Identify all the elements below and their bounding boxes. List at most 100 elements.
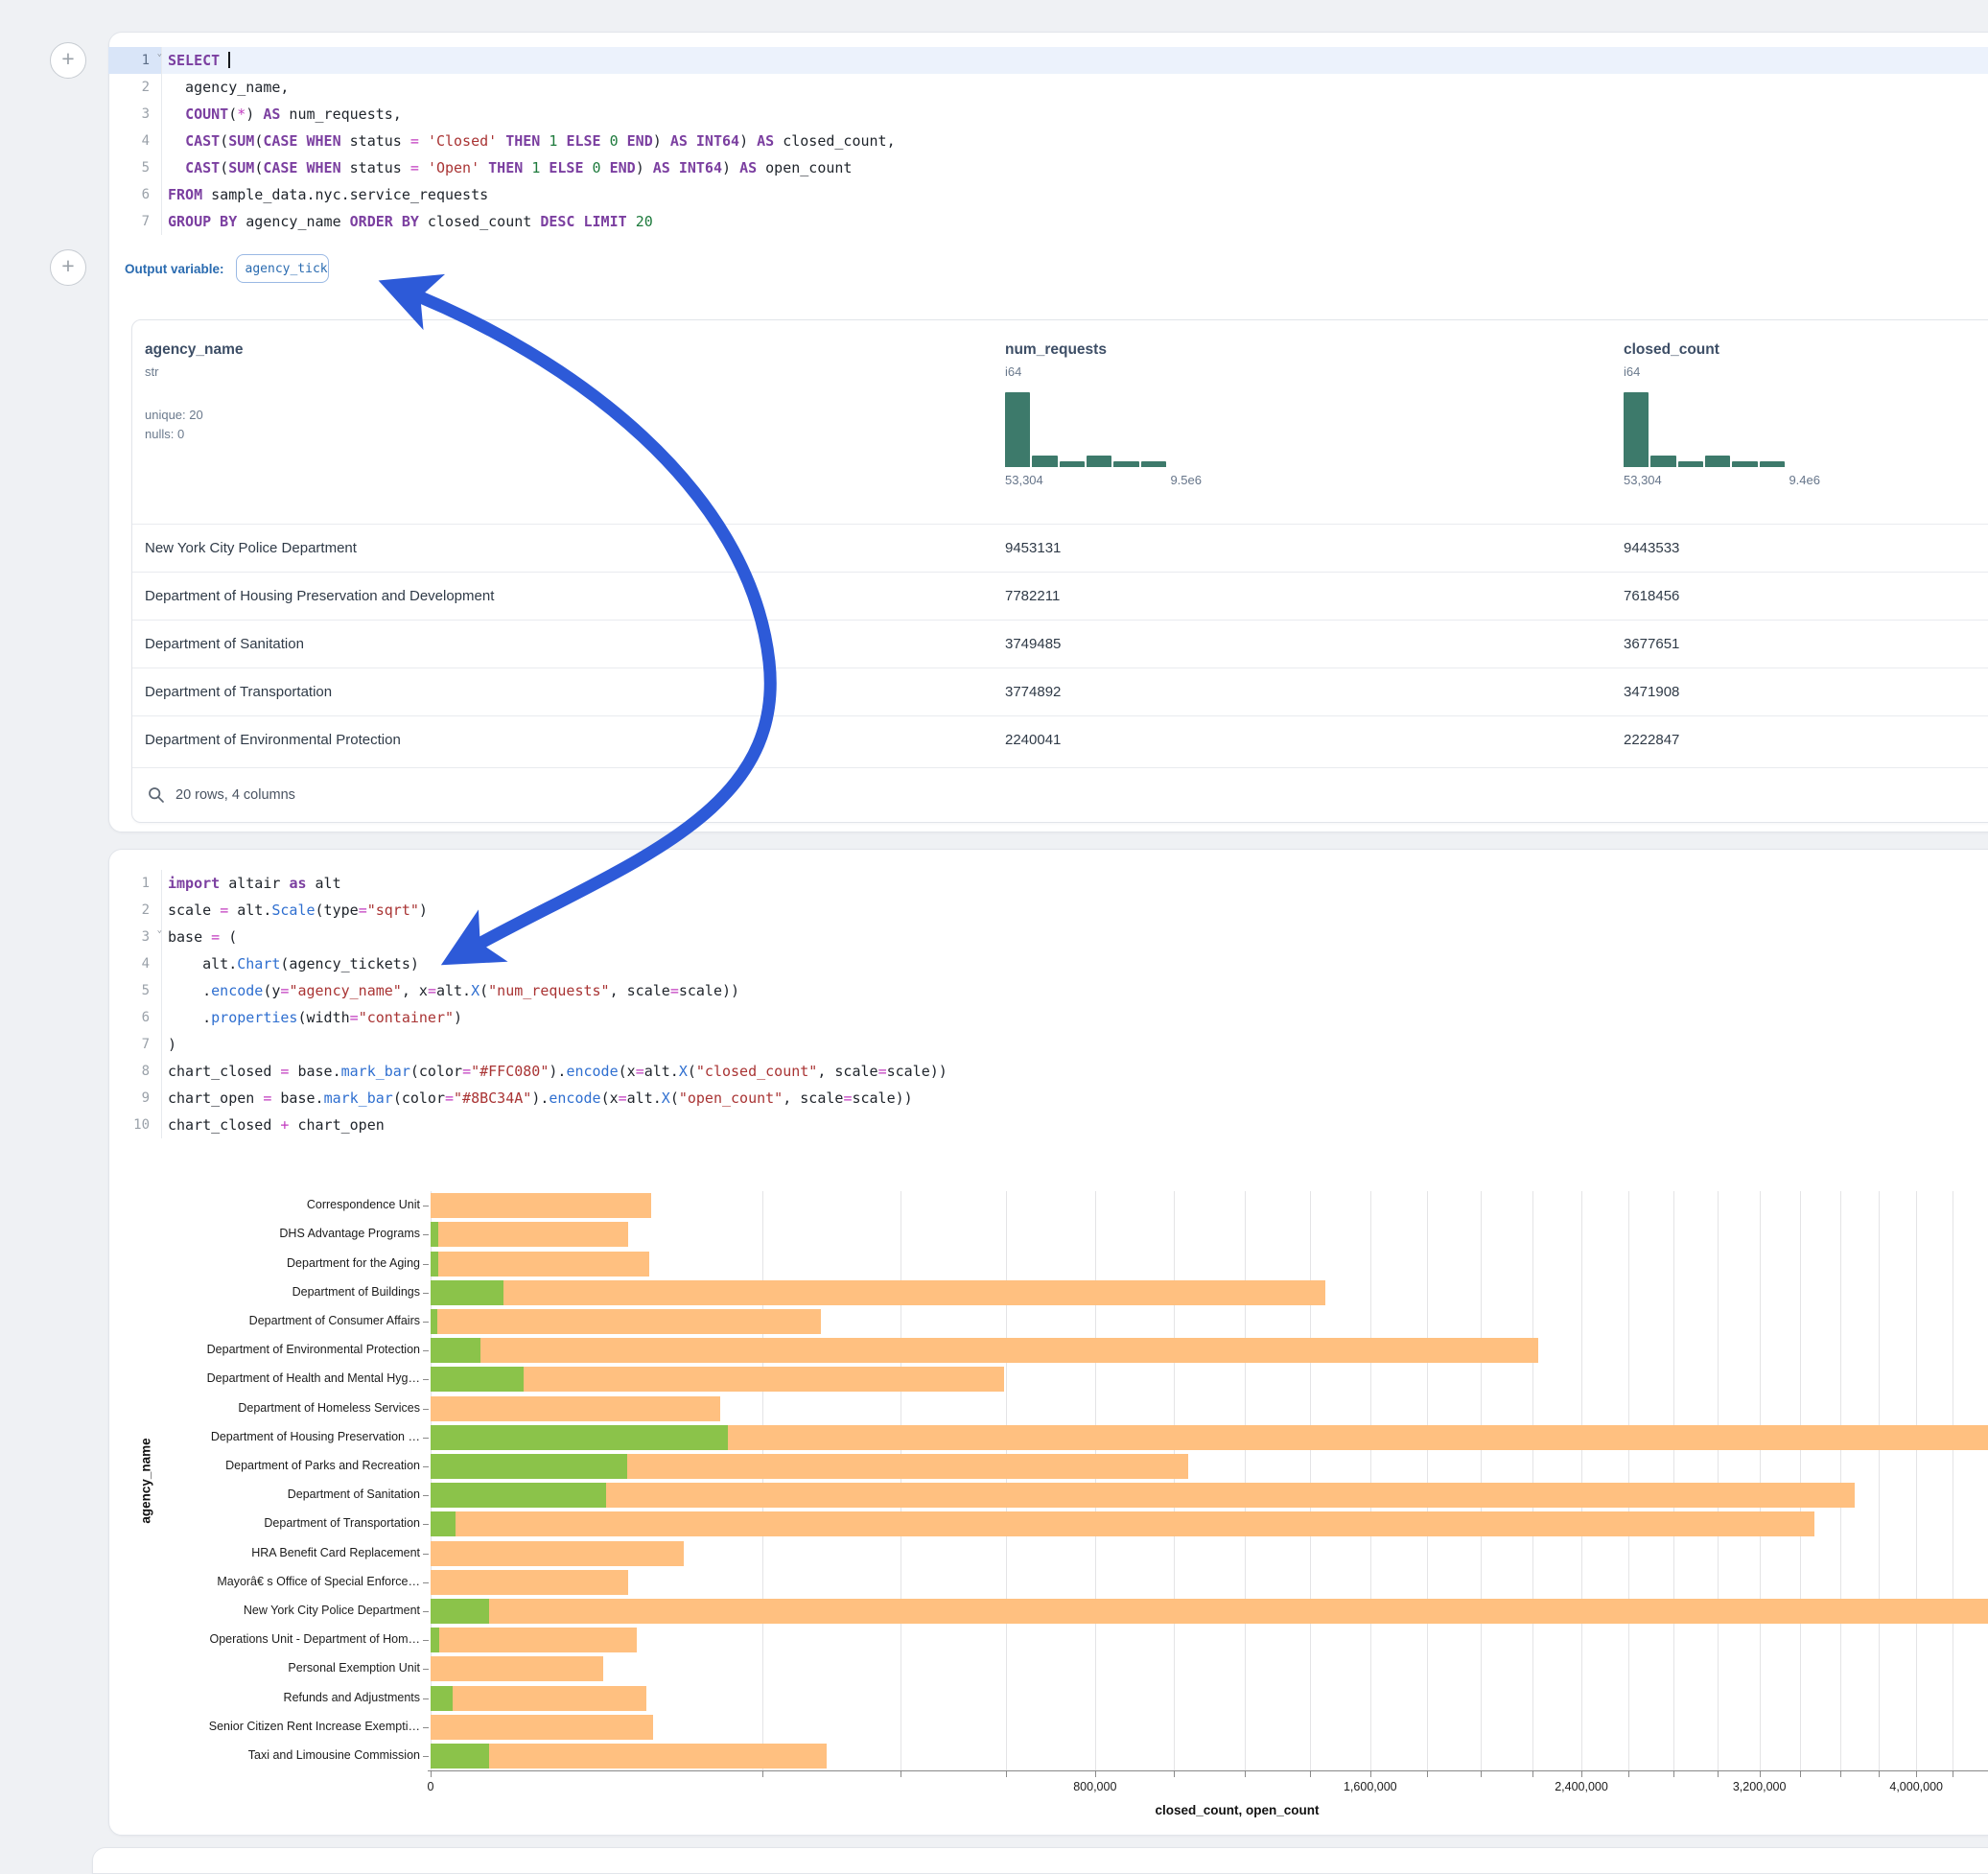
output-variable-label: Output variable:	[125, 262, 224, 276]
line-number: 5	[108, 154, 162, 181]
y-axis-tick	[423, 1554, 429, 1555]
bar-open-count	[431, 1425, 728, 1450]
histogram-bar	[1732, 461, 1757, 467]
y-axis-category-label: Department of Sanitation	[115, 1487, 420, 1501]
table-cell: Department of Sanitation	[145, 621, 304, 668]
sql-editor[interactable]: 1⌄SELECT 2 agency_name,3 COUNT(*) AS num…	[108, 47, 1988, 235]
y-axis-tick	[423, 1322, 429, 1323]
line-number: 10	[108, 1112, 162, 1138]
code-text: alt.Chart(agency_tickets)	[162, 950, 1988, 977]
column-name: agency_name	[145, 341, 244, 359]
x-axis-tick	[1718, 1771, 1719, 1777]
table-row[interactable]: New York City Police Department945313194…	[132, 524, 1988, 573]
x-axis-tick	[1481, 1771, 1482, 1777]
histogram-bar	[1624, 392, 1649, 467]
chart-gridline	[431, 1191, 432, 1770]
column-type: str	[145, 364, 244, 379]
table-row[interactable]: Department of Sanitation37494853677651	[132, 620, 1988, 668]
y-axis-category-label: New York City Police Department	[115, 1604, 420, 1617]
table-cell: Department of Environmental Protection	[145, 716, 401, 764]
bar-closed-count	[431, 1511, 1814, 1536]
code-line: 1⌄SELECT	[108, 47, 1988, 74]
line-number: 3	[108, 101, 162, 128]
line-number: 4	[108, 128, 162, 154]
output-variable-chip[interactable]: agency_tickets	[236, 254, 329, 283]
x-axis-tick	[1840, 1771, 1841, 1777]
code-text: GROUP BY agency_name ORDER BY closed_cou…	[162, 208, 1988, 235]
table-row[interactable]: Department of Environmental Protection22…	[132, 715, 1988, 764]
x-axis-tick	[1581, 1771, 1582, 1777]
code-text: base = (	[162, 924, 1988, 950]
code-text: )	[162, 1031, 1988, 1058]
bar-open-count	[431, 1628, 439, 1652]
next-cell-edge	[92, 1847, 1988, 1874]
line-number: 9	[108, 1085, 162, 1112]
y-axis-category-label: Department of Environmental Protection	[115, 1343, 420, 1356]
bar-open-count	[431, 1686, 453, 1711]
bar-closed-count	[431, 1744, 827, 1769]
table-cell: 3677651	[1624, 621, 1679, 668]
histogram-bar	[1005, 392, 1030, 467]
column-histogram	[1005, 392, 1166, 467]
y-axis-tick	[423, 1495, 429, 1496]
column-header-num_requests[interactable]: num_requests i64 53,3049.5e6	[1005, 341, 1202, 487]
add-cell-button-top[interactable]: +	[50, 42, 86, 79]
table-cell: New York City Police Department	[145, 525, 357, 573]
line-number: 7	[108, 208, 162, 235]
add-cell-button-below-sql[interactable]: +	[50, 249, 86, 286]
bar-open-count	[431, 1367, 524, 1392]
y-axis-title: agency_name	[139, 1438, 153, 1523]
chart-gridline	[900, 1191, 901, 1770]
table-row[interactable]: Department of Housing Preservation and D…	[132, 572, 1988, 621]
x-axis-tick	[900, 1771, 901, 1777]
bar-open-count	[431, 1454, 627, 1479]
code-text: FROM sample_data.nyc.service_requests	[162, 181, 1988, 208]
search-icon[interactable]	[148, 786, 165, 804]
x-axis-tick	[431, 1771, 432, 1777]
bar-open-count	[431, 1483, 606, 1508]
table-cell: 7782211	[1005, 573, 1060, 621]
code-text: agency_name,	[162, 74, 1988, 101]
python-editor[interactable]: 1import altair as alt2scale = alt.Scale(…	[108, 870, 1988, 1138]
bar-closed-count	[431, 1280, 1325, 1305]
histogram-range-labels: 53,3049.5e6	[1005, 473, 1202, 487]
bar-open-count	[431, 1338, 480, 1363]
column-type: i64	[1624, 364, 1820, 379]
y-axis-tick	[423, 1264, 429, 1265]
chart-gridline	[1174, 1191, 1175, 1770]
column-type: i64	[1005, 364, 1202, 379]
bar-closed-count	[431, 1309, 821, 1334]
column-header-agency_name[interactable]: agency_namestrunique: 20nulls: 0	[145, 341, 244, 444]
bar-closed-count	[431, 1599, 1988, 1624]
x-axis-tick	[1310, 1771, 1311, 1777]
line-number: 2	[108, 897, 162, 924]
collapse-caret-icon[interactable]: ⌄	[157, 926, 162, 935]
table-row[interactable]: Department of Transportation377489234719…	[132, 668, 1988, 716]
collapse-caret-icon[interactable]: ⌄	[157, 50, 162, 59]
column-header-closed_count[interactable]: closed_counti6453,3049.4e6	[1624, 341, 1820, 487]
code-line: 2 agency_name,	[108, 74, 1988, 101]
y-axis-category-label: Department of Buildings	[115, 1285, 420, 1299]
chart-gridline	[1310, 1191, 1311, 1770]
x-axis-tick	[1628, 1771, 1629, 1777]
y-axis-category-label: Department for the Aging	[115, 1256, 420, 1270]
code-line: 10chart_closed + chart_open	[108, 1112, 1988, 1138]
bar-closed-count	[431, 1483, 1855, 1508]
line-number: 6	[108, 1004, 162, 1031]
bar-open-count	[431, 1511, 456, 1536]
y-axis-category-label: Department of Housing Preservation …	[115, 1430, 420, 1443]
x-axis-line	[428, 1770, 1988, 1771]
y-axis-tick	[423, 1234, 429, 1235]
code-text: chart_closed = base.mark_bar(color="#FFC…	[162, 1058, 1988, 1085]
bar-closed-count	[431, 1193, 651, 1218]
y-axis-tick	[423, 1409, 429, 1410]
x-axis-tick-label: 3,200,000	[1702, 1780, 1817, 1793]
chart-gridline	[1840, 1191, 1841, 1770]
chart-gridline	[1760, 1191, 1761, 1770]
bar-closed-count	[431, 1628, 637, 1652]
chart-gridline	[1879, 1191, 1880, 1770]
column-name: num_requests	[1005, 341, 1202, 359]
x-axis-tick	[1916, 1771, 1917, 1777]
x-axis-tick	[1006, 1771, 1007, 1777]
y-axis-category-label: Operations Unit - Department of Hom…	[115, 1632, 420, 1646]
